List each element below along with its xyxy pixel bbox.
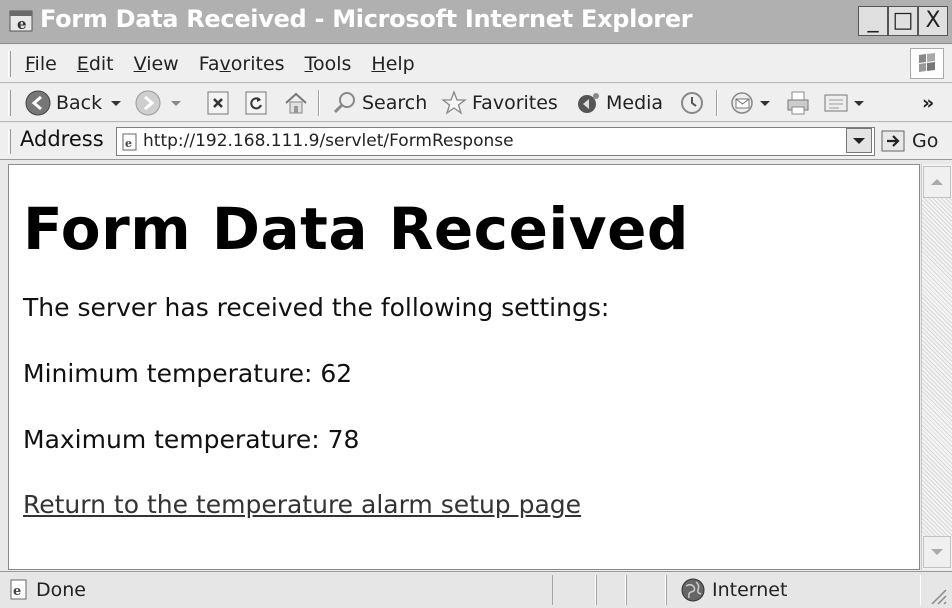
address-bar: Address e http://192.168.111.9/servlet/F… <box>0 123 952 160</box>
address-input[interactable]: e http://192.168.111.9/servlet/FormRespo… <box>116 127 875 156</box>
favorites-star-icon <box>441 90 467 115</box>
stop-button[interactable] <box>206 88 230 118</box>
address-dropdown-button[interactable] <box>846 128 872 153</box>
media-label: Media <box>606 92 664 114</box>
browser-window: e Form Data Received - Microsoft Interne… <box>0 0 952 608</box>
address-url: http://192.168.111.9/servlet/FormRespons… <box>143 131 514 151</box>
scroll-down-arrow-icon <box>931 549 943 555</box>
page-heading: Form Data Received <box>23 195 689 263</box>
scroll-down-button[interactable] <box>923 536 951 568</box>
svg-text:e: e <box>125 137 132 150</box>
favorites-label: Favorites <box>472 92 558 114</box>
forward-arrow-icon <box>135 90 161 116</box>
menu-tools[interactable]: Tools <box>305 53 352 75</box>
print-icon <box>787 91 809 115</box>
minimum-temperature-text: Minimum temperature: 62 <box>23 359 353 388</box>
forward-button[interactable] <box>134 88 184 118</box>
toolbar-separator <box>716 90 718 116</box>
intro-text: The server has received the following se… <box>23 293 610 322</box>
menu-favorites[interactable]: Favorites <box>199 53 285 75</box>
address-label: Address <box>20 127 104 151</box>
refresh-icon <box>245 91 267 115</box>
search-icon <box>333 92 355 114</box>
stop-icon <box>207 91 229 115</box>
chevron-down-icon <box>760 101 770 106</box>
page-content: Form Data Received The server has receiv… <box>8 164 920 570</box>
address-grip <box>8 129 11 154</box>
menu-file[interactable]: File <box>25 53 57 75</box>
scrollbar-track[interactable] <box>922 198 952 536</box>
status-text: Done <box>36 579 86 601</box>
windows-flag-icon <box>910 48 944 79</box>
search-button[interactable]: Search <box>332 88 427 118</box>
chevron-down-icon <box>111 101 122 106</box>
mail-icon <box>731 92 753 114</box>
back-label: Back <box>56 92 103 114</box>
vertical-scrollbar[interactable] <box>921 164 952 570</box>
menu-items: File Edit View Favorites Tools Help <box>25 53 415 75</box>
refresh-button[interactable] <box>244 88 268 118</box>
search-label: Search <box>362 92 428 114</box>
globe-icon <box>681 578 705 602</box>
status-bar: e Done Internet <box>0 571 952 608</box>
standard-toolbar: Back Search Favorites Media » <box>0 84 952 122</box>
menu-view[interactable]: View <box>134 53 179 75</box>
status-panel <box>552 575 596 605</box>
print-button[interactable] <box>784 88 812 118</box>
back-arrow-icon <box>25 90 51 116</box>
go-label: Go <box>912 130 939 152</box>
home-button[interactable] <box>282 88 310 118</box>
edit-icon <box>824 94 848 112</box>
status-panel <box>626 575 666 605</box>
scroll-up-button[interactable] <box>923 166 951 198</box>
security-zone-label: Internet <box>712 579 788 601</box>
favorites-button[interactable]: Favorites <box>440 88 558 118</box>
history-icon <box>681 92 703 114</box>
menu-help[interactable]: Help <box>371 53 414 75</box>
go-button[interactable]: Go <box>880 127 938 155</box>
home-icon <box>285 92 307 114</box>
chevron-down-icon <box>854 101 864 106</box>
mail-button[interactable] <box>728 88 772 118</box>
return-to-setup-link[interactable]: Return to the temperature alarm setup pa… <box>23 490 581 519</box>
resize-grip-icon[interactable] <box>928 586 948 606</box>
scroll-up-arrow-icon <box>931 179 943 185</box>
status-done: e Done <box>8 576 86 604</box>
go-arrow-icon <box>881 130 905 152</box>
ie-app-icon: e <box>9 10 33 33</box>
minimize-button[interactable]: _ <box>858 6 888 36</box>
chevron-down-icon <box>853 138 865 144</box>
toolbar-grip <box>8 90 11 116</box>
page-icon: e <box>10 579 27 600</box>
toolbar-overflow-button[interactable]: » <box>922 88 934 118</box>
toolbar-separator <box>318 90 320 116</box>
edit-button[interactable] <box>822 88 866 118</box>
svg-text:e: e <box>13 584 21 599</box>
maximum-temperature-text: Maximum temperature: 78 <box>23 425 360 454</box>
page-icon: e <box>122 133 137 151</box>
menu-edit[interactable]: Edit <box>77 53 114 75</box>
menu-grip <box>8 51 11 77</box>
media-icon <box>578 93 599 113</box>
maximize-button[interactable]: □ <box>888 6 918 36</box>
chevron-down-icon <box>171 101 181 106</box>
security-zone: Internet <box>680 576 787 604</box>
title-bar: e Form Data Received - Microsoft Interne… <box>0 0 952 44</box>
status-panel <box>596 575 626 605</box>
history-button[interactable] <box>678 88 706 118</box>
window-title: Form Data Received - Microsoft Internet … <box>40 5 693 33</box>
media-button[interactable]: Media <box>574 88 663 118</box>
menu-bar: File Edit View Favorites Tools Help <box>0 45 952 83</box>
close-button[interactable]: X <box>918 6 948 36</box>
svg-text:e: e <box>17 15 27 33</box>
back-button[interactable]: Back <box>24 88 124 118</box>
